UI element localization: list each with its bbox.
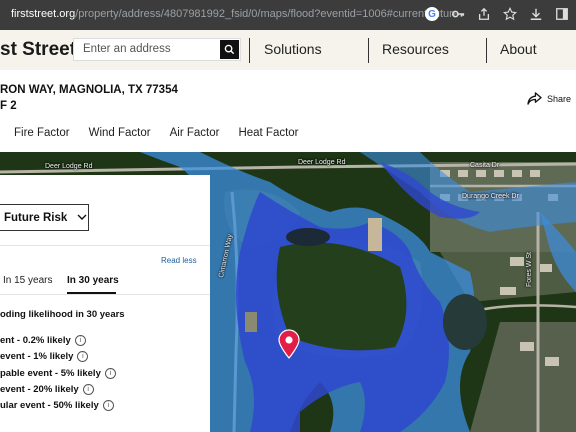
event-row: ent - 0.2% likely i [0,335,86,346]
browser-address-bar[interactable]: firststreet.org/property/address/4807981… [0,0,576,30]
info-icon[interactable]: i [104,368,116,379]
road-label: Fores W St [526,251,533,287]
info-icon[interactable]: i [102,400,114,411]
tab-30-years[interactable]: In 30 years [67,275,119,286]
search-input[interactable] [81,42,215,56]
search-icon [224,44,235,55]
download-icon[interactable] [528,6,544,22]
brand-logo[interactable]: st Street [0,39,76,61]
info-icon[interactable]: i [77,351,89,362]
event-row: event - 20% likely i [0,384,94,395]
share-button[interactable]: Share [527,92,571,105]
nav-divider [249,38,250,63]
event-label: event - 20% likely [0,384,79,395]
url-text[interactable]: firststreet.org/property/address/4807981… [11,8,459,20]
event-label: event - 1% likely [0,351,74,362]
share-arrow-icon [527,92,542,105]
bookmark-star-icon[interactable] [502,6,518,22]
road-label: Deer Lodge Rd [45,163,93,170]
tab-15-years[interactable]: In 15 years [3,275,52,286]
location-pin-icon[interactable] [278,329,300,359]
address-search[interactable] [73,38,241,61]
url-host: firststreet.org [11,8,76,20]
info-icon[interactable]: i [82,384,94,395]
search-button[interactable] [220,40,239,59]
key-icon[interactable] [450,6,466,22]
nav-divider [486,38,487,63]
event-row: event - 1% likely i [0,351,89,362]
tab-air-factor[interactable]: Air Factor [170,127,220,139]
divider [0,294,210,295]
event-label: ular event - 50% likely [0,400,99,411]
read-less-link[interactable]: Read less [161,256,197,265]
nav-divider [368,38,369,63]
site-header: st Street Solutions Resources About [0,30,576,70]
google-icon[interactable]: G [424,6,440,22]
tab-wind-factor[interactable]: Wind Factor [89,127,151,139]
road-label: Durango Creek Dr [462,193,519,200]
event-row: pable event - 5% likely i [0,368,116,379]
property-address: RON WAY, MAGNOLIA, TX 77354 [0,84,178,96]
nav-solutions[interactable]: Solutions [264,41,322,57]
flood-risk-panel: Future Risk Read less In 15 years In 30 … [0,175,210,432]
risk-type-select[interactable]: Future Risk [0,204,89,231]
share-label: Share [546,93,571,104]
info-icon[interactable]: i [74,335,86,346]
factor-tabs: Fire Factor Wind Factor Air Factor Heat … [14,127,299,139]
url-path: /property/address/4807981992_fsid/0/maps… [75,8,459,20]
road-label: Deer Lodge Rd [298,159,346,166]
divider [0,245,210,246]
nav-about[interactable]: About [500,41,537,57]
event-label: ent - 0.2% likely [0,335,71,346]
nav-resources[interactable]: Resources [382,41,449,57]
road-label: Casita Dr [470,162,500,169]
property-header: RON WAY, MAGNOLIA, TX 77354 F 2 Share Fi… [0,70,576,152]
share-page-icon[interactable] [476,6,492,22]
sidebar-panel-icon[interactable] [554,6,570,22]
likelihood-heading: oding likelihood in 30 years [0,309,125,320]
tab-heat-factor[interactable]: Heat Factor [238,127,298,139]
tab-fire-factor[interactable]: Fire Factor [14,127,70,139]
event-label: pable event - 5% likely [0,368,101,379]
chevron-down-icon [77,214,87,220]
property-subtitle: F 2 [0,100,17,112]
event-row: ular event - 50% likely i [0,400,114,411]
risk-select-value: Future Risk [4,211,68,224]
